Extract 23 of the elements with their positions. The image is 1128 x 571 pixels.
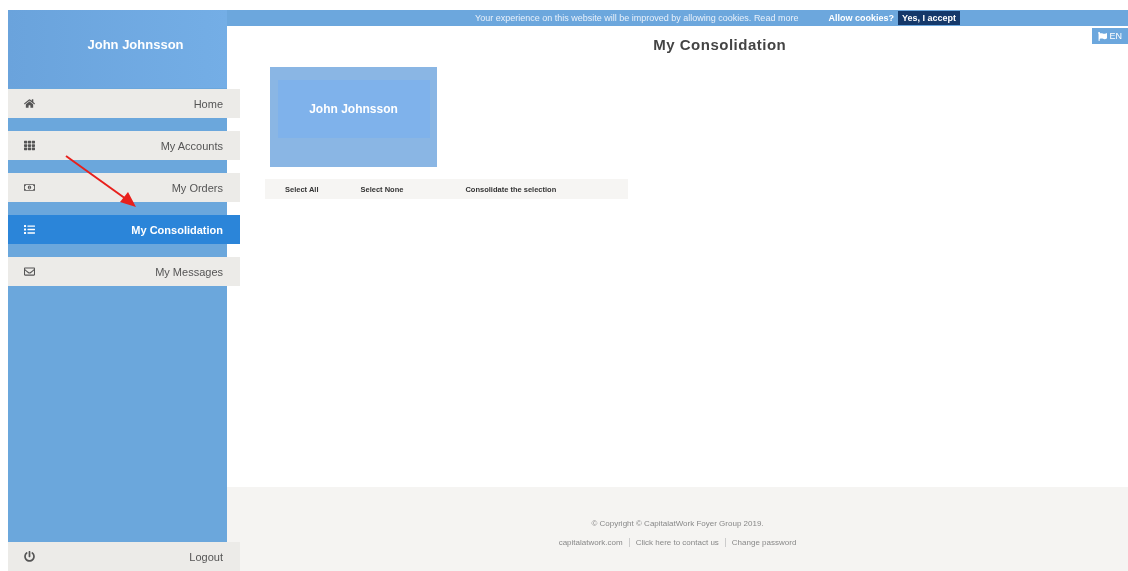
cookie-prompt: Allow cookies? <box>828 13 894 23</box>
cookie-message: Your experience on this website will be improved by allowing cookies. Read more <box>475 13 799 23</box>
envelope-icon <box>24 266 35 277</box>
grid-icon <box>24 140 35 151</box>
sidebar-item[interactable]: My Consolidation <box>8 215 240 244</box>
list-icon <box>24 224 35 235</box>
footer-link[interactable]: Change password <box>731 538 797 547</box>
account-name: John Johnsson <box>277 80 430 138</box>
power-icon <box>24 551 35 562</box>
page-title: My Consolidation <box>652 36 788 53</box>
footer-link[interactable]: capitalatwork.com <box>558 538 623 547</box>
sidebar-item[interactable]: Home <box>8 89 240 118</box>
home-icon <box>24 98 35 109</box>
flag-icon <box>1098 31 1108 41</box>
sidebar-item[interactable]: My Accounts <box>8 131 240 160</box>
logout-item[interactable]: Logout <box>8 542 240 571</box>
footer-link[interactable]: Click here to contact us <box>635 538 719 547</box>
accept-cookies-button[interactable]: Yes, I accept <box>897 11 960 25</box>
copyright-text: © Copyright © CapitalatWork Foyer Group 2019. <box>591 519 764 528</box>
user-name: John Johnsson <box>87 36 184 52</box>
sidebar-item[interactable]: My Messages <box>8 257 240 286</box>
banknote-icon <box>24 182 35 193</box>
sidebar-item[interactable]: My Orders <box>8 173 240 202</box>
